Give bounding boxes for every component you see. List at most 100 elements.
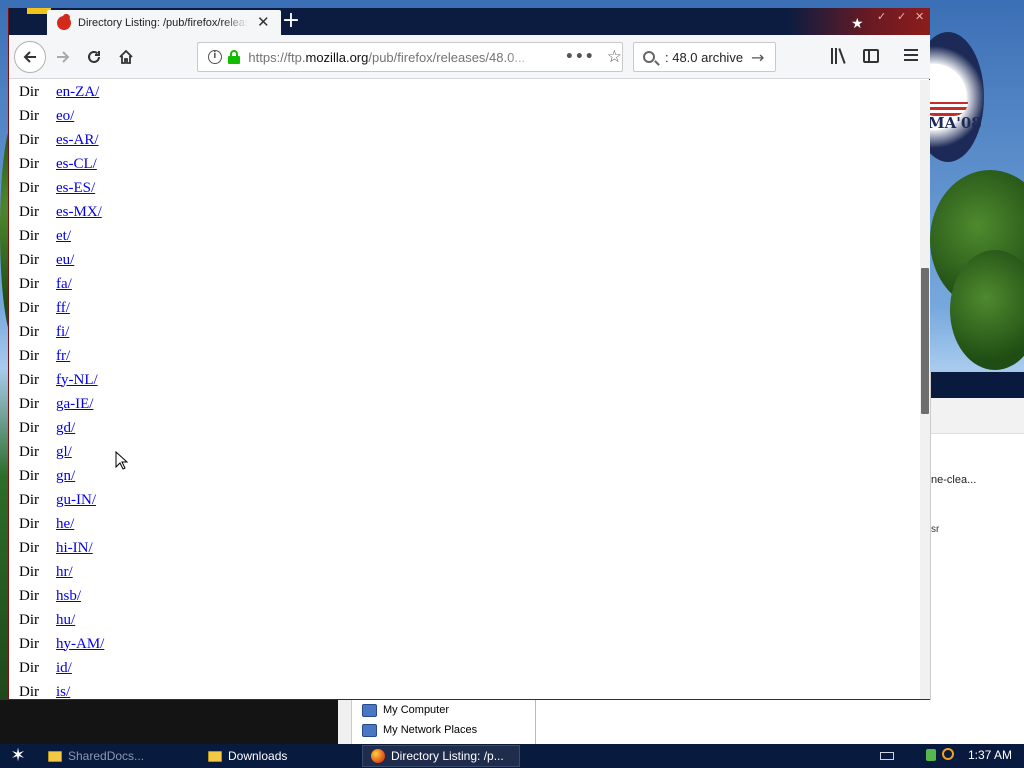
library-icon-bar [831,48,833,64]
vertical-scrollbar[interactable] [920,80,930,699]
entry-type: Dir [19,419,39,436]
back-button[interactable] [14,41,46,73]
url-host: mozilla.org [305,49,369,65]
entry-type: Dir [19,227,39,244]
close-icon[interactable]: ✕ [257,15,270,30]
directory-link[interactable]: hy-AM/ [56,636,104,653]
entry-type: Dir [19,107,39,124]
search-input[interactable]: : 48.0 archive [665,50,743,65]
tab-directory-listing[interactable]: Directory Listing: /pub/firefox/releases… [47,10,281,35]
background-dark-area [0,700,338,744]
search-go-icon[interactable]: → [751,48,764,67]
directory-link[interactable]: hsb/ [56,588,81,605]
list-item: Dir en-ZA/ [19,80,104,104]
keyboard-icon[interactable] [880,752,894,760]
directory-link[interactable]: fi/ [56,324,69,341]
computer-icon [362,703,377,717]
directory-link[interactable]: hu/ [56,612,75,629]
navigation-toolbar: i https://ftp.mozilla.org/pub/firefox/re… [9,35,930,79]
directory-link[interactable]: fa/ [56,276,72,293]
start-button[interactable]: ✶ [6,746,30,766]
page-actions-icon[interactable]: ••• [565,49,595,65]
lock-icon[interactable] [227,50,240,64]
list-item: Dir fy-NL/ [19,368,104,392]
directory-link[interactable]: fy-NL/ [56,372,98,389]
directory-link[interactable]: eu/ [56,252,74,269]
explorer-window: My Computer My Network Places [338,700,536,744]
list-item: Dir he/ [19,512,104,536]
directory-link[interactable]: gl/ [56,444,72,461]
sidebar-toggle-icon[interactable] [863,49,879,63]
entry-type: Dir [19,83,39,100]
tab-title: Directory Listing: /pub/firefox/releases… [78,16,248,29]
window-close-icon[interactable]: ✕ [915,10,924,23]
url-text[interactable]: https://ftp.mozilla.org/pub/firefox/rele… [248,50,540,65]
list-item: Dir eo/ [19,104,104,128]
background-window[interactable]: ne-clea... sr [930,372,1024,702]
explorer-sidebar-strip [338,700,352,744]
new-tab-button[interactable]: + [279,9,303,33]
directory-link[interactable]: ga-IE/ [56,396,93,413]
hamburger-menu-icon[interactable] [904,49,918,61]
directory-link[interactable]: es-CL/ [56,156,97,173]
explorer-item-network-places[interactable]: My Network Places [362,718,477,742]
clock[interactable]: 1:37 AM [968,748,1012,762]
directory-link[interactable]: es-AR/ [56,132,99,149]
directory-link[interactable]: gd/ [56,420,75,437]
library-icon-bar [835,48,837,64]
taskbar-item-directory-listing[interactable]: Directory Listing: /p... [362,745,520,767]
list-item: Dir is/ [19,680,104,700]
url-bar[interactable]: i https://ftp.mozilla.org/pub/firefox/re… [197,42,623,72]
list-item: Dir es-AR/ [19,128,104,152]
search-tray-icon[interactable] [942,748,954,760]
directory-link[interactable]: en-ZA/ [56,84,99,101]
network-status-icon[interactable] [926,749,936,761]
list-item: Dir es-MX/ [19,200,104,224]
reload-button[interactable] [80,43,108,71]
taskbar-item-downloads[interactable]: Downloads [208,745,328,767]
window-maximize-icon[interactable]: ✓ [897,10,906,23]
reload-icon [88,50,100,63]
library-icon[interactable] [831,48,849,64]
directory-link[interactable]: ff/ [56,300,70,317]
entry-type: Dir [19,131,39,148]
forward-button[interactable] [49,43,77,71]
home-icon [119,49,133,64]
list-item: Dir hu/ [19,608,104,632]
logo-text: MA'08 [928,114,982,132]
library-icon-bar [838,48,846,64]
bookmark-star-icon[interactable]: ☆ [607,47,622,67]
directory-link[interactable]: gn/ [56,468,75,485]
directory-link[interactable]: hr/ [56,564,73,581]
directory-link[interactable]: es-ES/ [56,180,95,197]
directory-link[interactable]: et/ [56,228,71,245]
info-icon[interactable]: i [208,50,222,64]
list-item: Dir et/ [19,224,104,248]
directory-link[interactable]: id/ [56,660,72,677]
entry-type: Dir [19,299,39,316]
home-button[interactable] [112,43,140,71]
entry-type: Dir [19,251,39,268]
taskbar-item-label: Downloads [228,749,288,763]
taskbar-item-shareddocs[interactable]: SharedDocs... [48,745,178,767]
directory-link[interactable]: eo/ [56,108,74,125]
folder-icon [208,750,222,762]
list-item: Dir gl/ [19,440,104,464]
entry-type: Dir [19,611,39,628]
list-item: Dir hr/ [19,560,104,584]
directory-link[interactable]: fr/ [56,348,70,365]
directory-link[interactable]: hi-IN/ [56,540,93,557]
window-minimize-icon[interactable]: ✓ [877,10,886,23]
list-item: Dir hy-AM/ [19,632,104,656]
entry-type: Dir [19,539,39,556]
directory-link[interactable]: he/ [56,516,74,533]
directory-link[interactable]: gu-IN/ [56,492,96,509]
scrollbar-thumb[interactable] [921,268,929,414]
entry-type: Dir [19,443,39,460]
forward-arrow-icon [57,51,70,63]
search-bar[interactable]: : 48.0 archive → [633,42,776,72]
directory-link[interactable]: is/ [56,684,70,700]
directory-link[interactable]: es-MX/ [56,204,102,221]
background-window-text: ne-clea... [931,474,977,486]
firefox-favicon-icon [57,15,71,30]
